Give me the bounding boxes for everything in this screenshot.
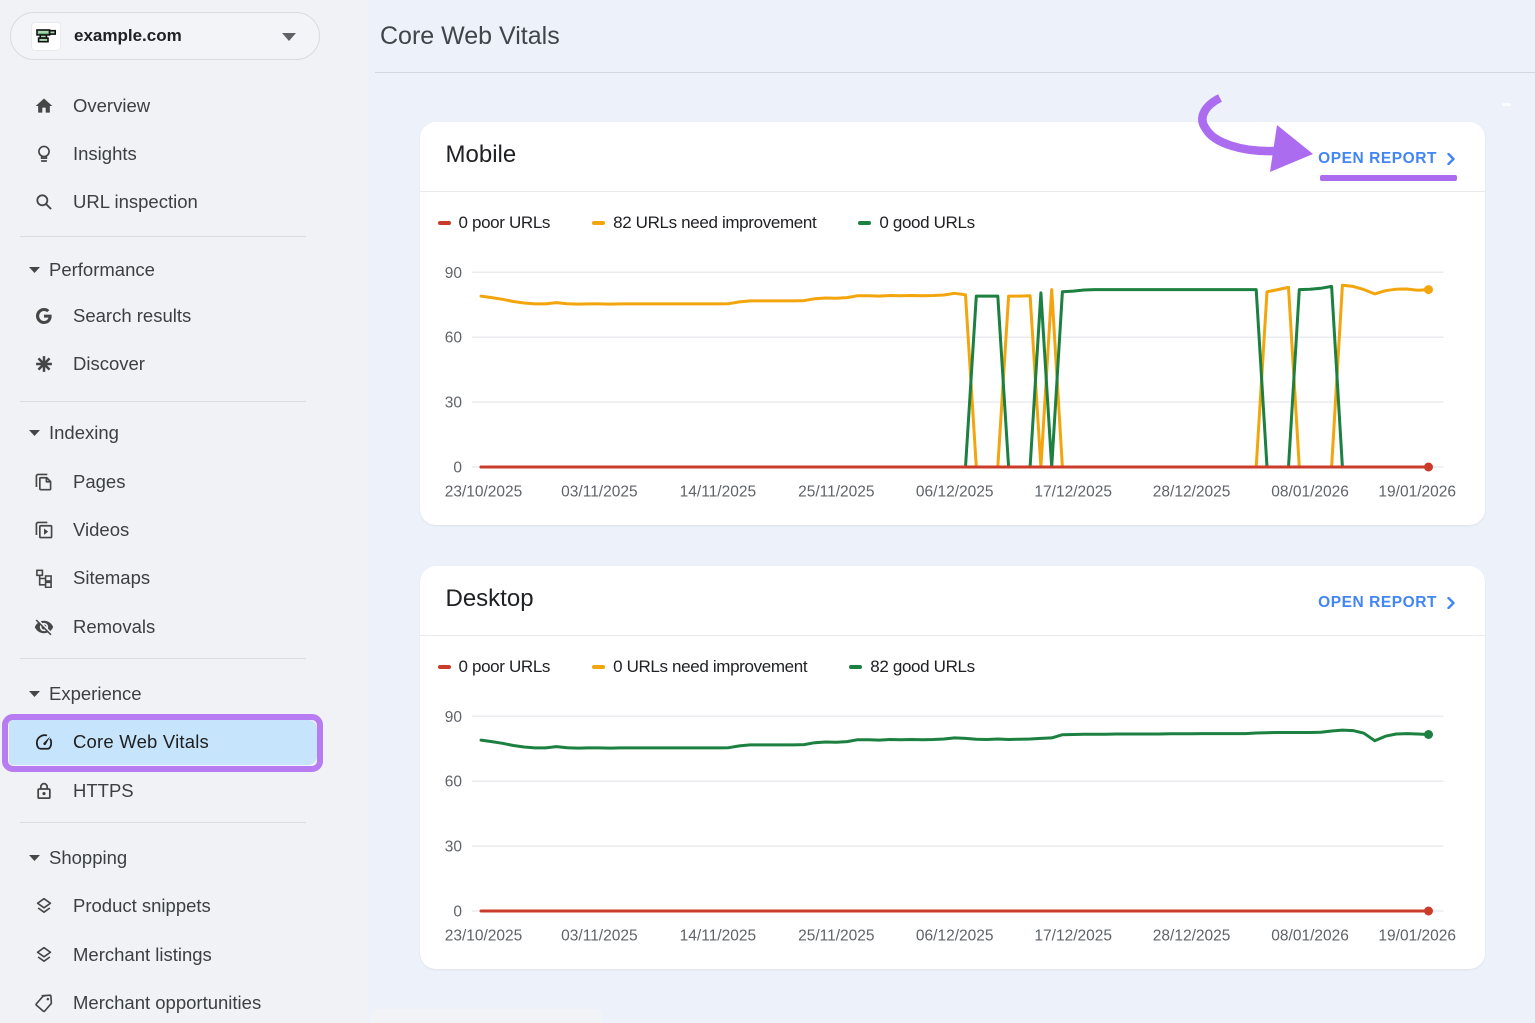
svg-text:0: 0 — [453, 460, 462, 477]
svg-text:90: 90 — [445, 265, 463, 282]
svg-text:17/12/2025: 17/12/2025 — [1034, 484, 1112, 501]
svg-text:03/11/2025: 03/11/2025 — [561, 928, 637, 945]
svg-text:60: 60 — [445, 774, 463, 791]
svg-text:14/11/2025: 14/11/2025 — [680, 928, 756, 945]
svg-text:90: 90 — [445, 709, 463, 726]
svg-text:28/12/2025: 28/12/2025 — [1153, 928, 1231, 945]
svg-text:30: 30 — [445, 839, 463, 856]
svg-text:19/01/2026: 19/01/2026 — [1378, 484, 1456, 501]
svg-text:19/01/2026: 19/01/2026 — [1378, 928, 1456, 945]
svg-text:06/12/2025: 06/12/2025 — [916, 484, 994, 501]
svg-text:03/11/2025: 03/11/2025 — [561, 484, 637, 501]
svg-text:17/12/2025: 17/12/2025 — [1034, 928, 1112, 945]
svg-text:08/01/2026: 08/01/2026 — [1271, 484, 1349, 501]
svg-text:06/12/2025: 06/12/2025 — [916, 928, 994, 945]
svg-text:23/10/2025: 23/10/2025 — [445, 484, 523, 501]
svg-text:25/11/2025: 25/11/2025 — [798, 928, 874, 945]
svg-text:23/10/2025: 23/10/2025 — [445, 928, 523, 945]
svg-text:60: 60 — [445, 330, 463, 347]
svg-text:0: 0 — [453, 904, 462, 921]
svg-text:14/11/2025: 14/11/2025 — [680, 484, 756, 501]
svg-text:25/11/2025: 25/11/2025 — [798, 484, 874, 501]
svg-text:28/12/2025: 28/12/2025 — [1153, 484, 1231, 501]
svg-text:30: 30 — [445, 395, 463, 412]
svg-text:08/01/2026: 08/01/2026 — [1271, 928, 1349, 945]
